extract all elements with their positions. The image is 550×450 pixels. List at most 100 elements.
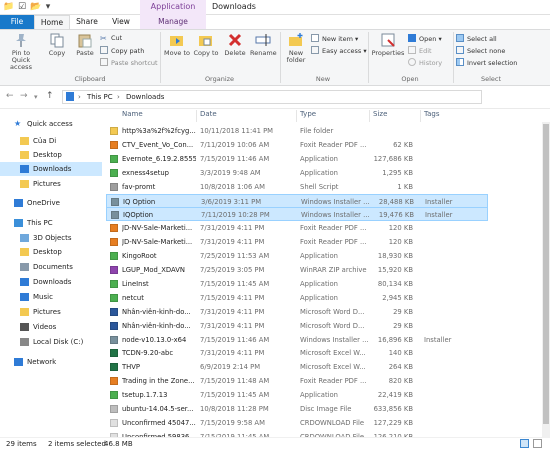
copy-path-button[interactable]: Copy path [100, 46, 144, 55]
new-item-button[interactable]: New item ▾ [311, 34, 358, 43]
file-row[interactable]: LGUP_Mod_XDAVN 7/25/2019 3:05 PM WinRAR ZI… [106, 263, 488, 277]
file-row[interactable]: Evernote_6.19.2.8555 7/15/2019 11:46 AM Ap… [106, 152, 488, 166]
column-header-type[interactable]: Type [300, 110, 316, 118]
nav-item-pictures[interactable]: Pictures [0, 177, 102, 191]
tab-view[interactable]: View [106, 15, 136, 29]
file-type: Microsoft Excel W... [300, 363, 366, 372]
file-row[interactable]: http%3a%2f%2fcyg... 10/11/2018 11:41 PM Fi… [106, 124, 488, 138]
large-icons-view-icon[interactable] [533, 439, 542, 448]
properties-button[interactable]: Properties [370, 32, 406, 57]
nav-item-local-disk-c-[interactable]: Local Disk (C:) [0, 335, 102, 349]
paste-button[interactable]: Paste [72, 32, 98, 57]
tab-home[interactable]: Home [34, 15, 70, 29]
nav-item-c-a-di[interactable]: Của Di [0, 134, 102, 148]
chevron-down-icon[interactable]: ▾ [43, 2, 53, 12]
delete-button[interactable]: Delete [222, 32, 248, 57]
tab-file[interactable]: File [0, 15, 34, 29]
rename-button[interactable]: Rename [250, 32, 277, 57]
details-view-icon[interactable] [520, 439, 529, 448]
file-row[interactable]: IQOption 7/11/2019 10:28 PM Windows Instal… [106, 207, 488, 222]
nav-item-downloads[interactable]: Downloads [0, 275, 102, 289]
file-row[interactable]: node-v10.13.0-x64 7/15/2019 11:46 AM Windo… [106, 333, 488, 347]
copy-to-button[interactable]: Copy to [193, 32, 219, 57]
scrollbar-thumb[interactable] [543, 124, 549, 424]
file-date: 7/15/2019 11:48 AM [200, 377, 270, 386]
address-input[interactable] [62, 90, 482, 104]
column-divider[interactable] [369, 110, 370, 122]
recent-chevron-icon[interactable]: ▾ [34, 93, 38, 101]
paste-label: Paste [76, 49, 94, 57]
file-row[interactable]: tsetup.1.7.13 7/15/2019 11:45 AM Applicati… [106, 388, 488, 402]
clipboard-icon [78, 34, 92, 48]
nav-item-3d-objects[interactable]: 3D Objects [0, 231, 102, 245]
open-button[interactable]: Open ▾ [408, 34, 442, 43]
file-row[interactable]: TCDN-9.20-abc 7/31/2019 4:11 PM Microsoft … [106, 346, 488, 360]
column-header-size[interactable]: Size [373, 110, 387, 118]
file-row[interactable]: netcut 7/15/2019 4:11 PM Application 2,945 … [106, 291, 488, 305]
nav-item-pictures[interactable]: Pictures [0, 305, 102, 319]
nav-item-onedrive[interactable]: OneDrive [0, 196, 102, 210]
cut-button[interactable]: ✂ Cut [100, 34, 122, 43]
file-size: 264 KB [388, 363, 413, 372]
up-arrow-icon[interactable]: ↑ [46, 91, 54, 101]
nav-item-videos[interactable]: Videos [0, 320, 102, 334]
nav-item-label: Pictures [33, 308, 61, 316]
file-row[interactable]: Trading in the Zone... 7/15/2019 11:48 AM… [106, 374, 488, 388]
file-row[interactable]: ubuntu-14.04.5-ser... 10/8/2018 11:28 PM D… [106, 402, 488, 416]
properties-quick-icon[interactable]: ☑ [17, 2, 27, 12]
file-row[interactable]: THVP 6/9/2019 2:14 PM Microsoft Excel W...… [106, 360, 488, 374]
file-row[interactable]: JD-NV-Sale-Marketi... 7/31/2019 4:11 PM Fo… [106, 235, 488, 249]
file-row[interactable]: KingoRoot 7/25/2019 11:53 AM Application 18… [106, 249, 488, 263]
new-folder-button[interactable]: New folder [283, 32, 309, 64]
move-to-button[interactable]: Move to [163, 32, 191, 57]
edit-button[interactable]: Edit [408, 46, 432, 55]
nav-item-this-pc[interactable]: This PC [0, 216, 102, 230]
new-folder-quick-icon[interactable]: 📂 [30, 2, 41, 12]
copy-button[interactable]: Copy [44, 32, 70, 57]
file-date: 7/31/2019 4:11 PM [200, 349, 265, 358]
back-arrow-icon[interactable]: ← [6, 91, 14, 101]
invert-selection-button[interactable]: Invert selection [456, 58, 517, 67]
file-row[interactable]: Nhân-viên-kinh-do... 7/31/2019 4:11 PM Mic… [106, 305, 488, 319]
nav-item-desktop[interactable]: Desktop [0, 245, 102, 259]
file-row[interactable]: IQ Option 3/6/2019 3:11 PM Windows Install… [106, 193, 488, 208]
nav-item-downloads[interactable]: Downloads [0, 162, 102, 176]
tab-share[interactable]: Share [72, 15, 102, 29]
select-none-button[interactable]: Select none [456, 46, 505, 55]
column-divider[interactable] [296, 110, 297, 122]
file-row[interactable]: Unconfirmed 45047... 7/15/2019 9:58 AM CRD… [106, 416, 488, 430]
file-type: Windows Installer ... [301, 211, 370, 220]
breadcrumb-this-pc[interactable]: This PC [87, 93, 113, 101]
file-row[interactable]: Nhân-viên-kinh-do... 7/31/2019 4:11 PM Mic… [106, 319, 488, 333]
column-divider[interactable] [196, 110, 197, 122]
computer-icon [14, 219, 23, 227]
history-button[interactable]: History [408, 58, 442, 67]
tab-manage[interactable]: Manage [140, 15, 206, 29]
file-size: 22,419 KB [377, 391, 413, 400]
nav-item-desktop[interactable]: Desktop [0, 148, 102, 162]
file-row[interactable]: fav-promt 10/8/2018 1:06 AM Shell Script 1 … [106, 180, 488, 194]
forward-arrow-icon[interactable]: → [20, 91, 28, 101]
column-header-date[interactable]: Date [200, 110, 217, 118]
column-divider[interactable] [420, 110, 421, 122]
nav-item-quick-access[interactable]: ★ Quick access [0, 117, 102, 131]
breadcrumb-downloads[interactable]: Downloads [126, 93, 164, 101]
file-date: 7/31/2019 4:11 PM [200, 307, 265, 316]
file-row[interactable]: CTV_Event_Vo_Con... 7/11/2019 10:06 AM Fox… [106, 138, 488, 152]
nav-item-music[interactable]: Music [0, 290, 102, 304]
column-header-tags[interactable]: Tags [424, 110, 440, 118]
file-type: Application [300, 391, 338, 400]
breadcrumb-separator-icon[interactable]: › [78, 93, 81, 101]
file-row[interactable]: LineInst 7/15/2019 11:45 AM Application 80,… [106, 277, 488, 291]
breadcrumb-separator-icon[interactable]: › [117, 93, 120, 101]
file-row[interactable]: JD-NV-Sale-Marketi... 7/31/2019 4:11 PM Fo… [106, 221, 488, 235]
file-row[interactable]: exness4setup 3/3/2019 9:48 AM Application 1… [106, 166, 488, 180]
nav-item-network[interactable]: Network [0, 355, 102, 369]
column-header-name[interactable]: Name [122, 110, 143, 118]
select-all-button[interactable]: Select all [456, 34, 497, 43]
pin-quick-access-button[interactable]: Pin to Quick access [2, 32, 40, 71]
easy-access-button[interactable]: Easy access ▾ [311, 46, 367, 55]
paste-shortcut-button[interactable]: Paste shortcut [100, 58, 158, 67]
nav-item-documents[interactable]: Documents [0, 260, 102, 274]
file-date: 7/15/2019 11:45 AM [200, 391, 270, 400]
